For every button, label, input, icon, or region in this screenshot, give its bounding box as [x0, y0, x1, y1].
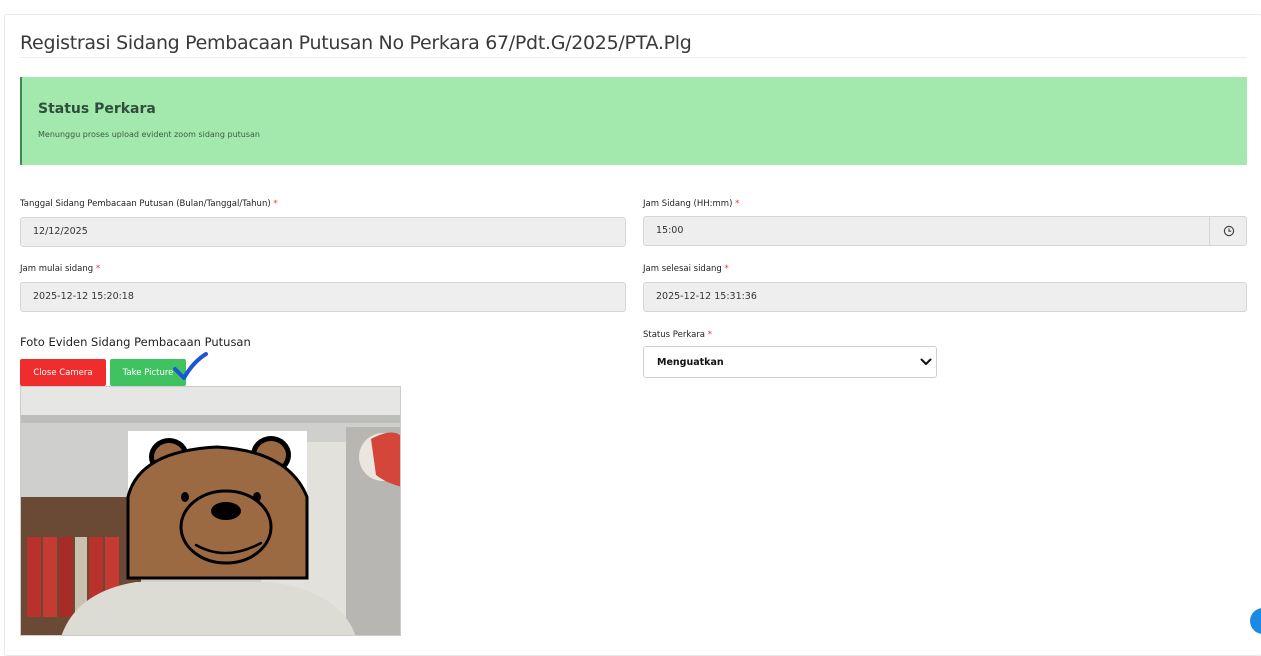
- clock-icon: [1223, 225, 1235, 237]
- jam-sidang-label: Jam Sidang (HH:mm) *: [643, 199, 740, 209]
- camera-preview: [20, 386, 401, 636]
- status-title: Status Perkara: [38, 101, 156, 117]
- time-picker-button[interactable]: [1210, 216, 1247, 246]
- required-mark: *: [707, 330, 712, 340]
- checkmark-icon: [173, 352, 208, 380]
- required-mark: *: [724, 264, 729, 274]
- jam-sidang-input[interactable]: 15:00: [643, 216, 1210, 246]
- close-camera-button[interactable]: Close Camera: [20, 359, 106, 386]
- camera-frame: [21, 387, 400, 635]
- title-divider: [20, 57, 1247, 58]
- chevron-down-icon: [920, 358, 932, 365]
- jam-mulai-label: Jam mulai sidang *: [20, 264, 101, 274]
- status-perkara-select[interactable]: Menguatkan: [643, 346, 937, 378]
- status-description: Menunggu proses upload evident zoom sida…: [38, 130, 260, 139]
- jam-selesai-label: Jam selesai sidang *: [643, 264, 729, 274]
- tanggal-input[interactable]: 12/12/2025: [20, 217, 626, 247]
- camera-section-heading: Foto Eviden Sidang Pembacaan Putusan: [20, 335, 251, 349]
- page-title: Registrasi Sidang Pembacaan Putusan No P…: [20, 32, 692, 54]
- status-perkara-label: Status Perkara *: [643, 330, 712, 340]
- status-panel: Status Perkara Menunggu proses upload ev…: [20, 77, 1247, 165]
- required-mark: *: [735, 199, 740, 209]
- required-mark: *: [273, 199, 278, 209]
- required-mark: *: [95, 264, 101, 274]
- status-perkara-value: Menguatkan: [657, 357, 724, 368]
- jam-selesai-input[interactable]: 2025-12-12 15:31:36: [643, 282, 1247, 312]
- jam-mulai-input[interactable]: 2025-12-12 15:20:18: [20, 282, 626, 312]
- tanggal-label: Tanggal Sidang Pembacaan Putusan (Bulan/…: [20, 199, 278, 209]
